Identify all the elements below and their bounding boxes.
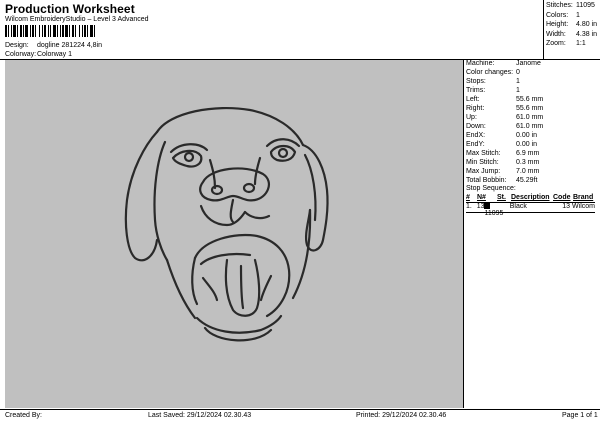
thread-color-swatch [484, 203, 491, 210]
info-right: Right: 55.6 mm [466, 105, 544, 112]
info-endx: EndX: 0.00 in [466, 132, 538, 139]
footer-printed: Printed: 29/12/2024 02.30.46 [356, 412, 447, 419]
info-down: Down: 61.0 mm [466, 123, 544, 130]
design-value: dogline 281224 4,8in [37, 42, 103, 49]
info-endy: EndY: 0.00 in [466, 141, 538, 148]
info-machine: Machine: Janome [466, 60, 541, 67]
info-min-stitch: Min Stitch: 0.3 mm [466, 159, 540, 166]
page-title: Production Worksheet [5, 2, 135, 16]
stat-colors: Colors: 1 [546, 11, 580, 19]
info-total-bobbin: Total Bobbin: 45.29ft [466, 177, 538, 184]
stat-height: Height: 4.80 in [546, 21, 598, 29]
software-name: Wilcom EmbroideryStudio – Level 3 Advanc… [5, 16, 149, 23]
info-trims: Trims: 1 [466, 87, 520, 94]
colorway-label: Colorway: [5, 51, 37, 58]
design-label: Design: [5, 42, 29, 49]
stop-sequence-title: Stop Sequence: [466, 185, 516, 192]
footer-page: Page 1 of 1 [562, 412, 598, 419]
info-up: Up: 61.0 mm [466, 114, 544, 121]
table-row: 1. 13 11095 Black 13 Wilcom [466, 203, 595, 217]
colorway-value: Colorway 1 [37, 51, 73, 58]
stats-divider [543, 0, 544, 59]
footer-last-saved: Last Saved: 29/12/2024 02.30.43 [148, 412, 252, 419]
stats-panel: Stitches: 11095 Colors: 1 Height: 4.80 in W… [546, 2, 597, 50]
info-color-changes: Color changes: 0 [466, 69, 520, 76]
colorway-row: Colorway: Colorway 1 [5, 51, 72, 58]
info-left: Left: 55.6 mm [466, 96, 544, 103]
footer-created-by: Created By: [5, 412, 42, 419]
stop-sequence-header: # N# St. Description Code Brand [466, 194, 594, 201]
stop-sequence-bottom-rule [466, 212, 595, 213]
embroidery-dog-face [124, 107, 329, 342]
barcode [5, 25, 95, 37]
stat-stitches: Stitches: 11095 [546, 2, 595, 9]
panel-divider [463, 59, 464, 408]
footer-divider [0, 409, 600, 410]
stat-zoom: Zoom: 1:1 [546, 40, 586, 48]
design-preview [5, 60, 463, 408]
info-max-jump: Max Jump: 7.0 mm [466, 168, 540, 175]
info-stops: Stops: 1 [466, 78, 520, 85]
design-row: Design: dogline 281224 4,8in [5, 42, 102, 49]
info-max-stitch: Max Stitch: 6.9 mm [466, 150, 540, 157]
stat-width: Width: 4.38 in [546, 30, 598, 38]
